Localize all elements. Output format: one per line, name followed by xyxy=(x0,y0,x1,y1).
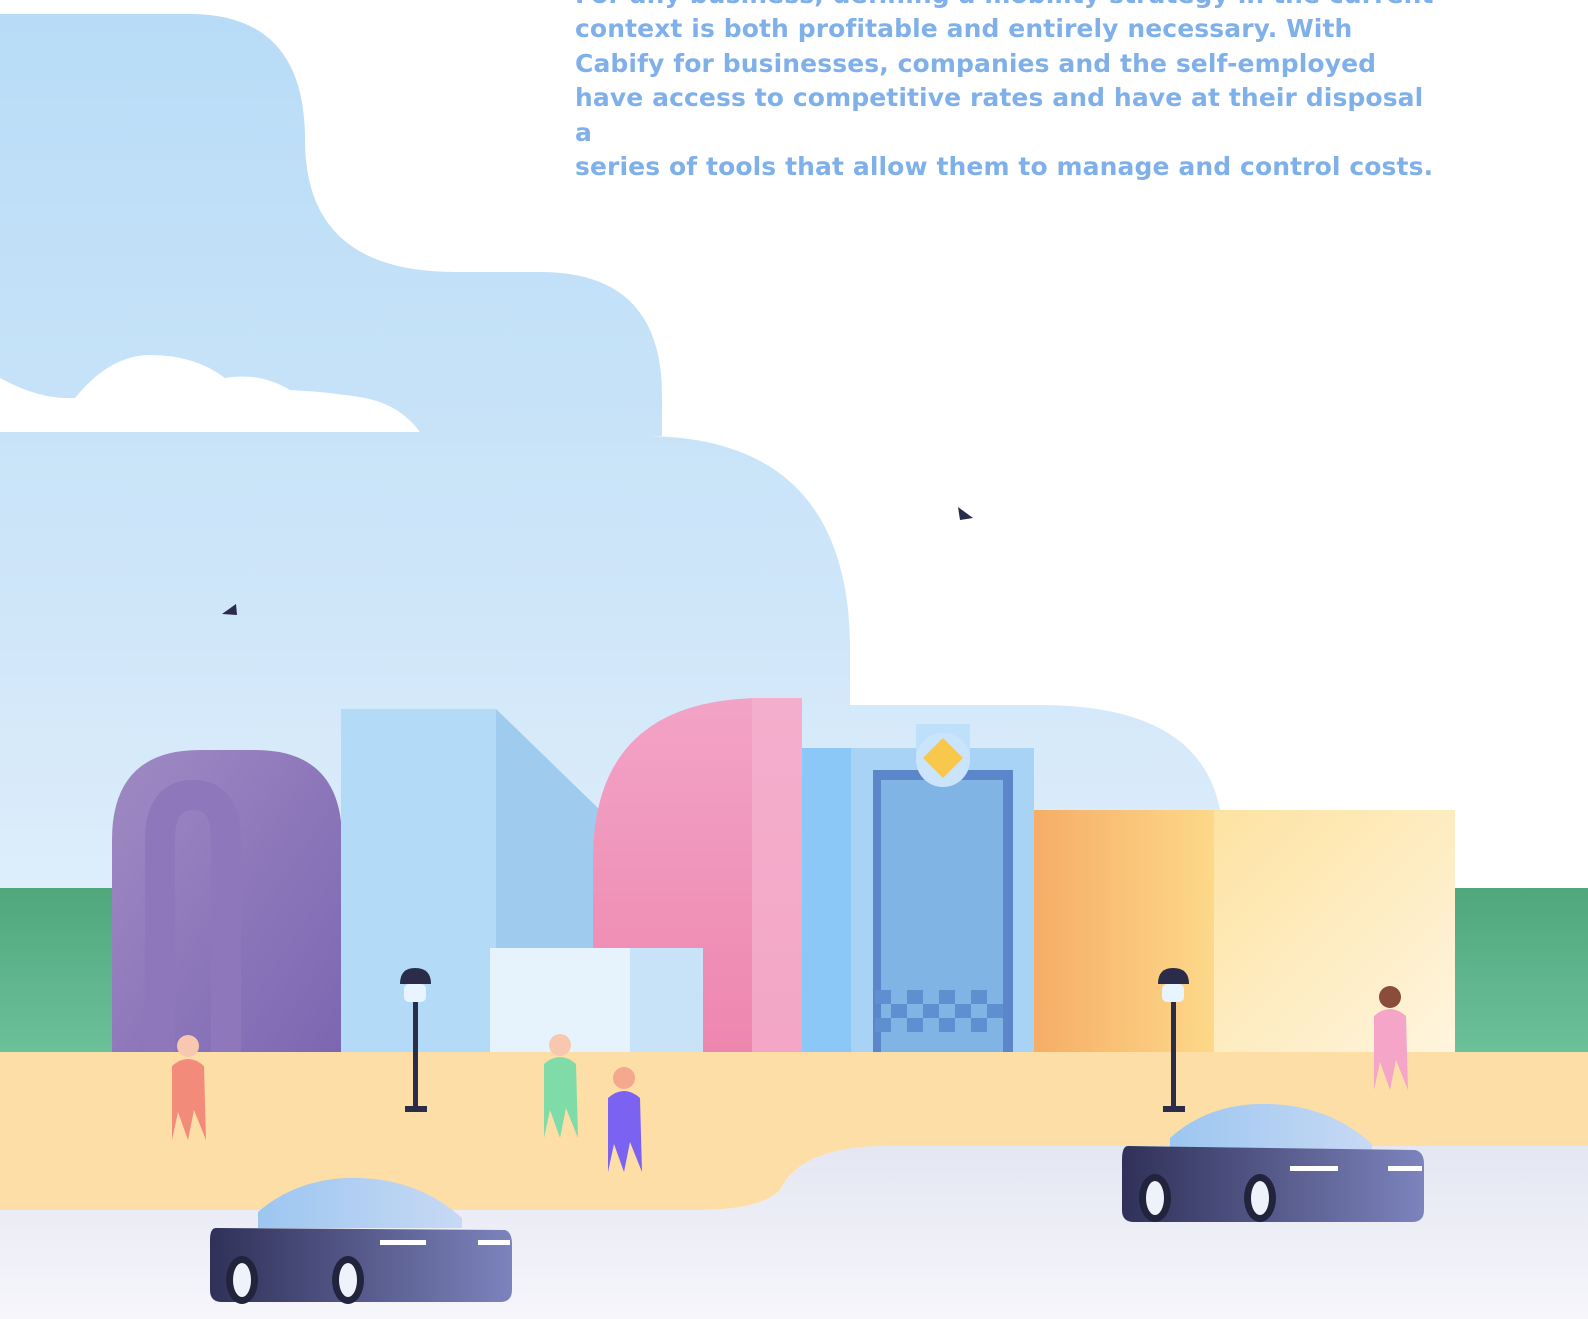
intro-paragraph: For any business, defining a mobility st… xyxy=(575,0,1435,184)
yellow-building xyxy=(1214,810,1455,1055)
intro-line: For any business, defining a mobility st… xyxy=(575,0,1434,9)
bird-icon xyxy=(958,507,973,520)
intro-line: context is both profitable and entirely … xyxy=(575,14,1353,44)
intro-line: series of tools that allow them to manag… xyxy=(575,152,1434,182)
city-illustration xyxy=(0,14,1588,1319)
orange-building xyxy=(1034,810,1216,1055)
pink-dome-strip xyxy=(752,698,802,1060)
central-building-window xyxy=(881,780,1003,1094)
blue-tower xyxy=(341,709,496,1099)
intro-line: Cabify for businesses, companies and the… xyxy=(575,48,1377,78)
intro-line: have access to competitive rates and hav… xyxy=(575,83,1424,147)
